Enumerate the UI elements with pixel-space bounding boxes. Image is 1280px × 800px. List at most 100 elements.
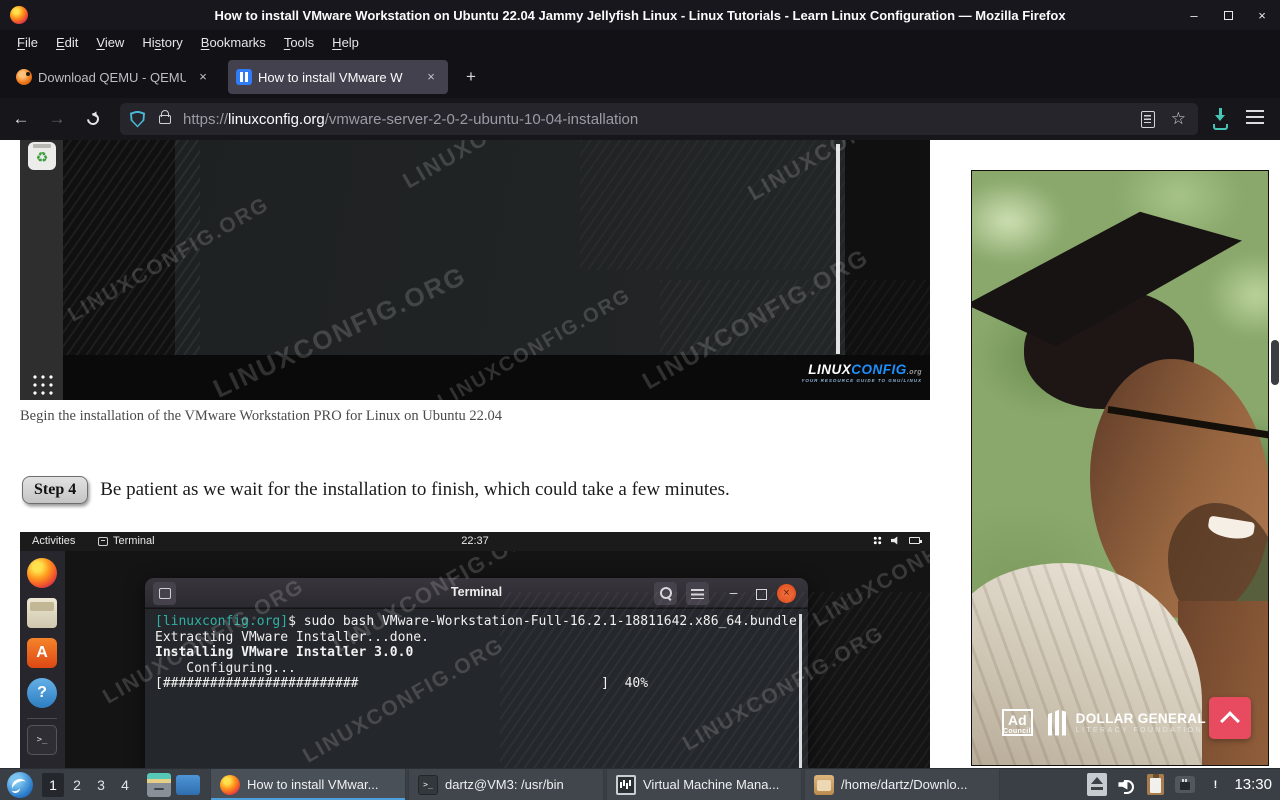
texture	[580, 140, 845, 270]
url-scheme: https://	[183, 110, 229, 128]
taskbar-task[interactable]: dartz@VM3: /usr/bin	[408, 768, 604, 800]
url-bar[interactable]: https://linuxconfig.org/vmware-server-2-…	[120, 103, 1198, 135]
texture	[500, 592, 930, 768]
taskbar-clock: 13:30	[1234, 776, 1272, 793]
menu-view[interactable]: View	[87, 32, 133, 53]
network-icon	[873, 536, 882, 545]
step-text: Be patient as we wait for the installati…	[100, 479, 730, 500]
reload-icon	[84, 110, 102, 128]
url-path: /vmware-server-2-0-2-ubuntu-10-04-instal…	[324, 110, 639, 128]
step-badge: Step 4	[22, 476, 89, 504]
tab-close-icon[interactable]: ×	[422, 68, 440, 86]
help-dock-icon	[27, 678, 57, 708]
logo-org: .org	[906, 369, 922, 376]
logo-linux: LINUX	[808, 362, 852, 377]
files-icon	[814, 774, 834, 795]
eject-tray-icon[interactable]	[1087, 773, 1108, 796]
task-label: How to install VMwar...	[247, 777, 379, 792]
ad-council-text: Ad	[1008, 712, 1027, 728]
taskbar: 1234 How to install VMwar... dartz@VM3: /…	[0, 768, 1280, 800]
file-cabinet-icon[interactable]	[147, 772, 171, 797]
forward-button[interactable]: →	[42, 104, 72, 134]
advertisement[interactable]: Ad Council DOLLAR GENERAL LITERACY FOUND…	[971, 170, 1269, 766]
back-button[interactable]: ←	[6, 104, 36, 134]
volume-icon	[891, 536, 898, 545]
menu-tools[interactable]: Tools	[275, 32, 323, 53]
volume-tray-icon[interactable]	[1118, 776, 1136, 794]
article-screenshot-desktop: ♻ LINUXCONFIG.ORG LINUXCONFIG.ORG LINUXC…	[20, 140, 930, 400]
ad-sponsor-logos: Ad Council DOLLAR GENERAL LITERACY FOUND…	[1002, 709, 1206, 736]
new-tab-button[interactable]: +	[458, 64, 484, 90]
menu-file[interactable]: File	[8, 32, 47, 53]
tab-bar: Download QEMU - QEMU × How to install VM…	[0, 55, 1280, 98]
tracking-protection-shield-icon[interactable]	[130, 110, 145, 128]
hamburger-menu-icon[interactable]	[1246, 110, 1264, 124]
lock-icon[interactable]	[159, 109, 171, 124]
taskbar-task[interactable]: Virtual Machine Mana...	[606, 768, 802, 800]
menu-help[interactable]: Help	[323, 32, 368, 53]
task-label: dartz@VM3: /usr/bin	[445, 777, 564, 792]
screen: How to install VMware Workstation on Ubu…	[0, 0, 1280, 800]
system-tray	[1087, 773, 1224, 796]
app-grid-icon	[30, 372, 53, 395]
gnome-clock: 22:37	[461, 535, 489, 547]
workspace-1[interactable]: 1	[42, 772, 64, 797]
dollar-general-name: DOLLAR GENERAL	[1075, 711, 1206, 726]
screenshot-scrollbar	[836, 144, 840, 354]
step-paragraph: Step 4 Be patient as we wait for the ins…	[22, 476, 730, 504]
task-label: /home/dartz/Downlo...	[841, 777, 968, 792]
trash-icon: ♻	[28, 142, 56, 170]
article-screenshot-terminal: Activities Terminal 22:37 A ? >_ Termina…	[20, 532, 930, 768]
close-button[interactable]: ×	[1252, 5, 1272, 25]
downloads-icon[interactable]	[1208, 106, 1236, 132]
linuxconfig-logo: LINUXCONFIG.org YOUR RESOURCE GUIDE TO G…	[801, 362, 922, 383]
logo-tagline: YOUR RESOURCE GUIDE TO GNU/LINUX	[801, 378, 922, 383]
bookmark-star-icon[interactable]: ☆	[1171, 109, 1186, 129]
gnome-top-bar: Activities Terminal 22:37	[20, 532, 930, 551]
vmm-icon	[616, 774, 636, 795]
texture	[60, 140, 200, 355]
reader-view-icon[interactable]	[1140, 110, 1155, 128]
ad-council-logo: Ad Council	[1002, 709, 1033, 736]
network-tray-icon[interactable]	[1175, 776, 1196, 793]
scroll-to-top-button[interactable]	[1209, 697, 1251, 739]
download-tray-icon	[1213, 124, 1228, 130]
terminal-prompt: [linuxconfig.org]	[155, 614, 289, 629]
window-titlebar[interactable]: How to install VMware Workstation on Ubu…	[0, 0, 1280, 30]
navigation-toolbar: ← → https://linuxconfig.org/vmware-serve…	[0, 98, 1280, 140]
url-domain: linuxconfig.org	[228, 110, 325, 128]
tab-label: How to install VMware W	[258, 69, 403, 85]
tab-vmware-article[interactable]: How to install VMware W ×	[228, 60, 448, 94]
gnome-dock	[20, 551, 65, 768]
updater-tray-icon[interactable]	[1206, 776, 1224, 794]
files-dock-icon	[27, 598, 57, 628]
ubuntu-software-dock-icon	[27, 638, 57, 668]
workspace-2[interactable]: 2	[66, 773, 88, 797]
firefox-dock-icon	[27, 558, 57, 588]
menu-bookmarks[interactable]: Bookmarks	[192, 32, 275, 53]
page-content: ♻ LINUXCONFIG.ORG LINUXCONFIG.ORG LINUXC…	[0, 140, 1280, 768]
dollar-general-logo: DOLLAR GENERAL LITERACY FOUNDATION	[1047, 709, 1206, 736]
workspace-3[interactable]: 3	[90, 773, 112, 797]
taskbar-task[interactable]: How to install VMwar...	[210, 768, 406, 800]
applications-menu-icon[interactable]	[7, 771, 33, 798]
display-icon[interactable]	[176, 774, 200, 795]
dollar-general-subtitle: LITERACY FOUNDATION	[1075, 727, 1204, 734]
maximize-button[interactable]	[1218, 5, 1238, 25]
download-arrow-icon	[1215, 108, 1225, 121]
tab-download-qemu[interactable]: Download QEMU - QEMU ×	[8, 60, 220, 94]
taskbar-task[interactable]: /home/dartz/Downlo...	[804, 768, 1000, 800]
logo-config: CONFIG	[851, 362, 907, 377]
clipboard-tray-icon[interactable]	[1147, 774, 1165, 795]
terminal-dock-icon	[27, 725, 57, 755]
dock-separator	[27, 718, 57, 719]
page-scrollbar-thumb[interactable]	[1271, 340, 1279, 385]
reload-button[interactable]	[78, 104, 108, 134]
menu-edit[interactable]: Edit	[47, 32, 87, 53]
terminal-icon	[418, 774, 438, 795]
menubar-items: File Edit View History Bookmarks Tools Help	[0, 30, 1280, 55]
tab-close-icon[interactable]: ×	[194, 68, 212, 86]
workspace-4[interactable]: 4	[114, 773, 136, 797]
minimize-button[interactable]: –	[1184, 5, 1204, 25]
menu-history[interactable]: History	[133, 32, 191, 53]
